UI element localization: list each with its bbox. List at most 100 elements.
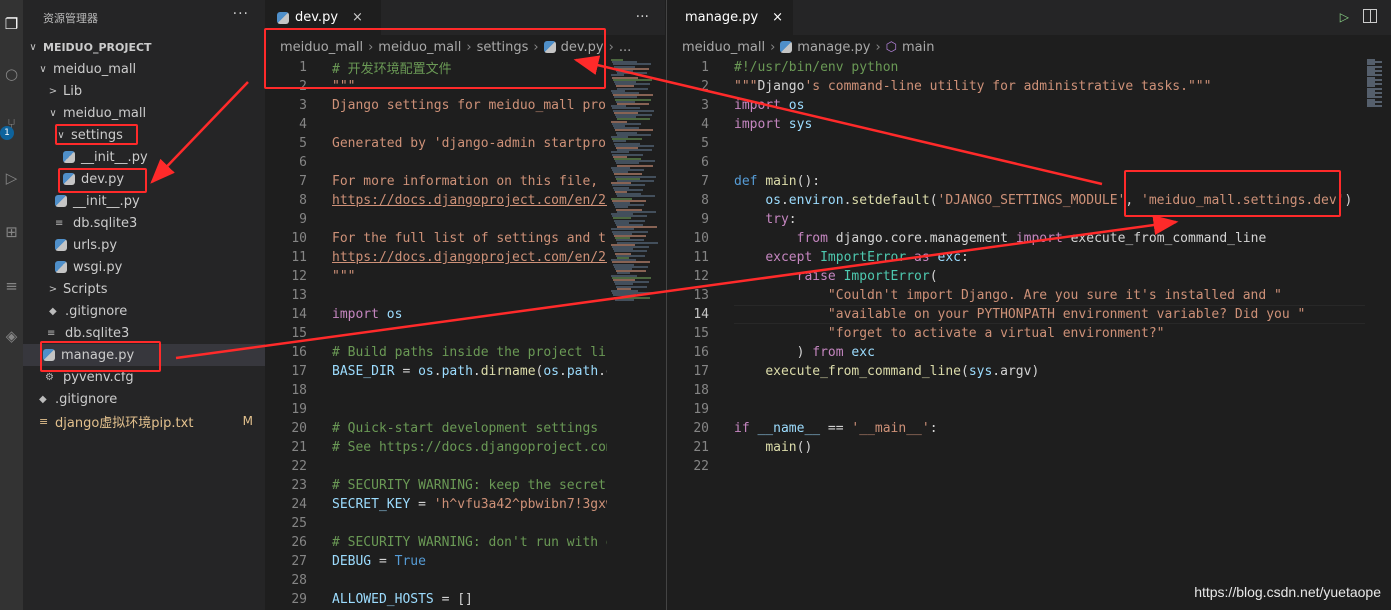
code-line[interactable]: 4 import sys [667, 115, 812, 134]
tree-folder[interactable]: ∨ meiduo_mall [23, 102, 265, 124]
extensions-icon[interactable]: ⊞ [0, 220, 23, 244]
code-line[interactable]: 10 For the full list of settings and the [265, 229, 607, 248]
code-line[interactable]: 28 [265, 571, 307, 590]
tree-label: __init__.py [81, 149, 148, 165]
line-number: 18 [693, 383, 709, 398]
tree-file-dev[interactable]: dev.py [23, 168, 265, 190]
tree-file-manage[interactable]: manage.py [23, 344, 265, 366]
code-line[interactable]: 8 os.environ.setdefault('DJANGO_SETTINGS… [667, 191, 1352, 210]
database-icon[interactable]: ≡ [0, 274, 23, 298]
line-number: 5 [701, 136, 709, 151]
code-line[interactable]: 5 Generated by 'django-admin startproje [265, 134, 607, 153]
code-line[interactable]: 27 DEBUG = True [265, 552, 426, 571]
tree-file[interactable]: ◆ .gitignore [23, 300, 265, 322]
code-line[interactable]: 19 [667, 400, 709, 419]
files-icon[interactable]: ❐ [0, 12, 23, 36]
tree-folder[interactable]: ∨ meiduo_mall [23, 58, 265, 80]
code-line[interactable]: 4 [265, 115, 307, 134]
code-line[interactable]: 3 Django settings for meiduo_mall proje [265, 96, 607, 115]
code-line[interactable]: 14 import os [265, 305, 402, 324]
tree-file[interactable]: ≡ db.sqlite3 [23, 212, 265, 234]
tree-file[interactable]: urls.py [23, 234, 265, 256]
tree-folder-settings[interactable]: ∨ settings [23, 124, 265, 146]
tree-file[interactable]: ≡ django虚拟环境pip.txt M [23, 410, 265, 432]
code-line[interactable]: 15 "forget to activate a virtual environ… [667, 324, 1164, 343]
minimap[interactable] [1365, 59, 1391, 119]
code-line[interactable]: 6 [265, 153, 307, 172]
breadcrumb-item[interactable]: settings [477, 40, 529, 55]
code-line[interactable]: 29 ALLOWED_HOSTS = [] [265, 590, 473, 609]
code-line[interactable]: 11 except ImportError as exc: [667, 248, 968, 267]
code-line[interactable]: 2 """Django's command-line utility for ad… [667, 77, 1211, 96]
code-line[interactable]: 20 # Quick-start development settings - [265, 419, 607, 438]
code-line[interactable]: 21 # See https://docs.djangoproject.com [265, 438, 607, 457]
code-line[interactable]: 21 main() [667, 438, 812, 457]
code-line[interactable]: 15 [265, 324, 307, 343]
tree-file[interactable]: __init__.py [23, 146, 265, 168]
tab-dev-py[interactable]: dev.py × [265, 0, 381, 35]
code-line[interactable]: 17 BASE_DIR = os.path.dirname(os.path.di [265, 362, 607, 381]
breadcrumb-item[interactable]: manage.py [797, 40, 870, 55]
more-actions-icon[interactable]: ··· [233, 6, 249, 22]
run-icon[interactable]: ▷ [0, 166, 23, 190]
code-line[interactable]: 26 # SECURITY WARNING: don't run with de [265, 533, 607, 552]
code-line[interactable]: 16 # Build paths inside the project like [265, 343, 607, 362]
close-icon[interactable]: × [772, 10, 783, 25]
stack-icon[interactable]: ◈ [0, 324, 23, 348]
tree-file[interactable]: wsgi.py [23, 256, 265, 278]
breadcrumb-item[interactable]: main [902, 40, 934, 55]
tree-file[interactable]: ◆ .gitignore [23, 388, 265, 410]
tree-file[interactable]: __init__.py [23, 190, 265, 212]
code-line[interactable]: 9 [265, 210, 307, 229]
code-line[interactable]: 25 [265, 514, 307, 533]
code-line[interactable]: 7 For more information on this file, se [265, 172, 607, 191]
run-icon[interactable]: ▷ [1340, 10, 1349, 24]
code-line[interactable]: 1 #!/usr/bin/env python [667, 58, 898, 77]
tree-folder[interactable]: > Lib [23, 80, 265, 102]
code-line[interactable]: 10 from django.core.management import ex… [667, 229, 1266, 248]
code-line[interactable]: 20 if __name__ == '__main__': [667, 419, 937, 438]
code-line[interactable]: 19 [265, 400, 307, 419]
code-line[interactable]: 23 # SECURITY WARNING: keep the secret k [265, 476, 606, 495]
code-line[interactable]: 11 https://docs.djangoproject.com/en/2.2 [265, 248, 607, 267]
breadcrumb-item[interactable]: dev.py [561, 40, 604, 55]
code-line[interactable]: 18 [265, 381, 307, 400]
search-icon[interactable]: ○ [0, 62, 23, 86]
tree-label: urls.py [73, 237, 118, 253]
tree-folder[interactable]: > Scripts [23, 278, 265, 300]
tree-file[interactable]: ⚙ pyvenv.cfg [23, 366, 265, 388]
code-line[interactable]: 8 https://docs.djangoproject.com/en/2.2 [265, 191, 607, 210]
code-line[interactable]: 16 ) from exc [667, 343, 875, 362]
line-number: 23 [291, 478, 307, 493]
code-line[interactable]: 13 "Couldn't import Django. Are you sure… [667, 286, 1282, 305]
code-line[interactable]: 24 SECRET_KEY = 'h^vfu3a42^pbwibn7!3gxw [265, 495, 607, 514]
code-line[interactable]: 14 "available on your PYTHONPATH environ… [667, 305, 1305, 324]
code-line[interactable]: 13 [265, 286, 307, 305]
tab-manage-py[interactable]: manage.py × [667, 0, 793, 35]
close-icon[interactable]: × [352, 10, 363, 25]
code-line[interactable]: 22 [667, 457, 709, 476]
code-editor[interactable]: 1 # 开发环境配置文件 2 """ 3 Django settings for meid… [265, 58, 607, 610]
breadcrumb-item[interactable]: ... [619, 40, 631, 55]
breadcrumb-item[interactable]: meiduo_mall [682, 40, 765, 55]
code-line[interactable]: 18 [667, 381, 709, 400]
code-line[interactable]: 6 [667, 153, 709, 172]
code-line[interactable]: 12 """ [265, 267, 355, 286]
code-line[interactable]: 17 execute_from_command_line(sys.argv) [667, 362, 1039, 381]
code-line[interactable]: 3 import os [667, 96, 804, 115]
tree-folder-root[interactable]: ∨ MEIDUO_PROJECT [23, 36, 265, 58]
tree-label: meiduo_mall [63, 105, 147, 121]
code-line[interactable]: 7 def main(): [667, 172, 820, 191]
code-line[interactable]: 9 try: [667, 210, 796, 229]
breadcrumb-item[interactable]: meiduo_mall [378, 40, 461, 55]
split-editor-icon[interactable] [1363, 9, 1377, 23]
tree-file[interactable]: ≡ db.sqlite3 [23, 322, 265, 344]
code-line[interactable]: 5 [667, 134, 709, 153]
code-line[interactable]: 2 """ [265, 77, 355, 96]
minimap[interactable] [607, 59, 665, 610]
breadcrumb-item[interactable]: meiduo_mall [280, 40, 363, 55]
more-actions-icon[interactable]: ··· [636, 9, 649, 25]
code-line[interactable]: 22 [265, 457, 307, 476]
code-line[interactable]: 1 # 开发环境配置文件 [265, 58, 451, 77]
code-line[interactable]: 12 raise ImportError( [667, 267, 937, 286]
